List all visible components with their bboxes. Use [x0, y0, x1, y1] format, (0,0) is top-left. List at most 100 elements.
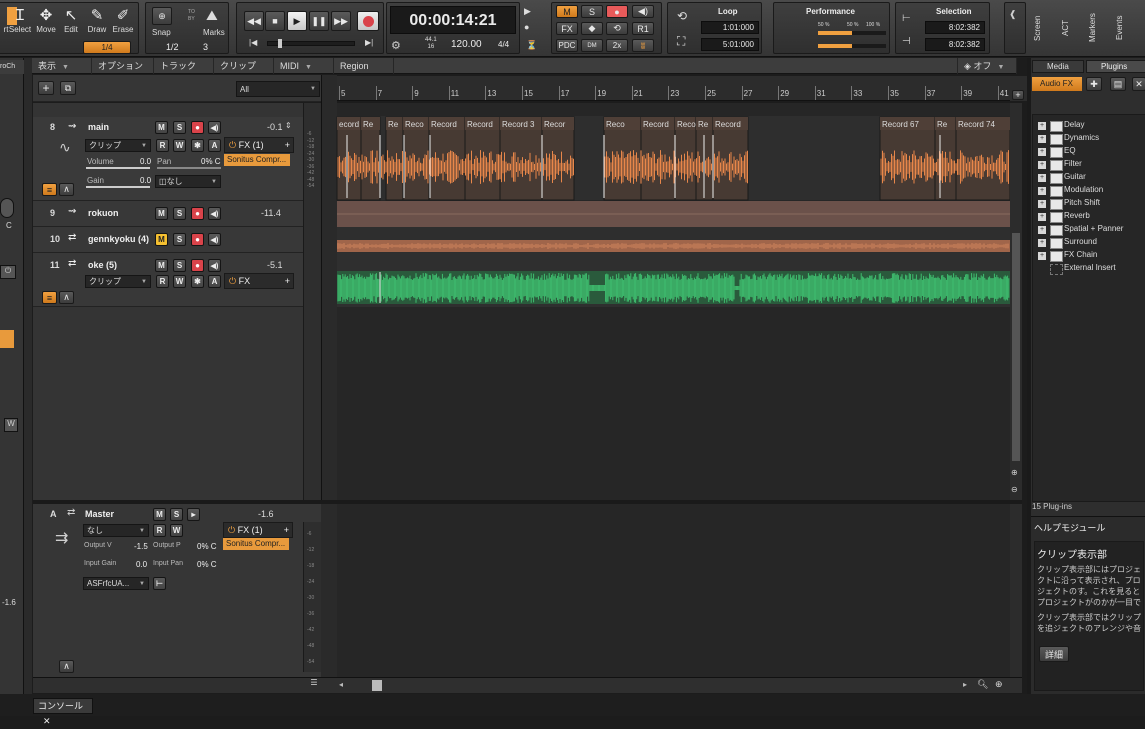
- now-slider[interactable]: [267, 39, 355, 48]
- solo-button[interactable]: S: [173, 233, 186, 246]
- read-button[interactable]: R: [156, 275, 169, 288]
- bus-volume[interactable]: -1.6: [258, 509, 274, 519]
- record-arm-button[interactable]: ●: [191, 121, 204, 134]
- fx-slot[interactable]: Sonitus Compr...: [224, 154, 290, 166]
- global-solo-button[interactable]: S: [581, 5, 603, 18]
- volume-value[interactable]: 0.0: [140, 157, 151, 166]
- panic-button[interactable]: ʬ: [632, 39, 654, 52]
- snap-mode-dropdown[interactable]: ◈ オフ ▼: [957, 58, 1017, 74]
- input-echo-button[interactable]: ◀): [208, 207, 221, 220]
- pane-toggle-icon[interactable]: ☰: [307, 678, 321, 692]
- write-automation-button[interactable]: ⟲: [606, 22, 628, 35]
- go-to-start-icon[interactable]: |◀: [249, 38, 257, 47]
- read-button[interactable]: R: [153, 524, 166, 537]
- help-details-button[interactable]: 詳細: [1039, 646, 1069, 662]
- plugin-category-delay[interactable]: Delay: [1038, 120, 1084, 132]
- right-splitter[interactable]: [1027, 58, 1031, 694]
- expand-icon[interactable]: ⇕: [285, 121, 292, 130]
- solo-button[interactable]: S: [170, 508, 183, 521]
- add-marker-button[interactable]: +: [1012, 90, 1024, 100]
- screen-tab[interactable]: Screen: [1033, 4, 1055, 52]
- bus-automation-button[interactable]: ∧: [59, 660, 74, 673]
- write-button[interactable]: W: [170, 524, 183, 537]
- fx-rack[interactable]: ⏻ FX +: [224, 273, 294, 289]
- now-slider-thumb[interactable]: [278, 39, 282, 48]
- scroll-right-icon[interactable]: ▸: [963, 680, 967, 689]
- fast-forward-button[interactable]: ▶▶: [331, 11, 351, 31]
- stop-button[interactable]: ■: [265, 11, 285, 31]
- write-button[interactable]: W: [173, 139, 186, 152]
- layout-switch[interactable]: ❰: [1004, 2, 1026, 54]
- archive-button[interactable]: A: [208, 275, 221, 288]
- track-pane-scrollbar[interactable]: [321, 75, 337, 502]
- bus-fx-slot[interactable]: Sonitus Compr...: [223, 538, 289, 550]
- track-lanes-button[interactable]: ≡: [42, 183, 57, 196]
- input-echo-button[interactable]: ◀): [208, 121, 221, 134]
- record-arm-button[interactable]: ●: [191, 259, 204, 272]
- r1-button[interactable]: R1: [632, 22, 654, 35]
- track-name[interactable]: gennkyoku (4): [88, 234, 149, 244]
- marks-icon[interactable]: ⛰: [206, 7, 218, 24]
- tool-page-indicator[interactable]: 1/4: [83, 41, 131, 54]
- plugin-category-pitch-shift[interactable]: Pitch Shift: [1038, 198, 1100, 210]
- auto-punch-icon[interactable]: ●: [524, 22, 529, 32]
- act-tab[interactable]: ACT: [1061, 4, 1083, 52]
- track-main[interactable]: 8 ⇝ main M S ● ◀) -0.1 ⇕ ∿ クリップ R W ✱ A …: [33, 117, 321, 201]
- bus-vertical-scrollbar[interactable]: [1010, 504, 1022, 677]
- aux-dropdown[interactable]: ◫なし: [155, 175, 221, 188]
- play-mode-icon[interactable]: ▶: [524, 6, 531, 17]
- add-track-button[interactable]: +: [38, 81, 54, 95]
- automation-lanes-button[interactable]: ∧: [59, 291, 74, 304]
- gain-slider[interactable]: [86, 186, 150, 188]
- track-filter-dropdown[interactable]: All: [236, 81, 320, 97]
- input-pan-value[interactable]: 0% C: [197, 560, 217, 569]
- track-name[interactable]: rokuon: [88, 208, 119, 218]
- plugin-category-surround[interactable]: Surround: [1038, 237, 1097, 249]
- menu-options[interactable]: オプション▼: [92, 58, 154, 87]
- menu-clip[interactable]: クリップ▼: [214, 58, 274, 87]
- snap-resolution[interactable]: 1/2: [166, 42, 179, 52]
- audio-fx-filter[interactable]: Audio FX: [1032, 77, 1082, 91]
- plugin-external-insert[interactable]: External Insert: [1038, 263, 1116, 275]
- snap-extra-value[interactable]: 3: [203, 42, 208, 52]
- output-device-dropdown[interactable]: ASFrfcUA...: [83, 577, 149, 590]
- add-fx-icon[interactable]: +: [285, 274, 290, 289]
- track-name[interactable]: oke (5): [88, 260, 117, 270]
- events-tab[interactable]: Events: [1115, 4, 1137, 52]
- menu-track[interactable]: トラック▼: [154, 58, 214, 87]
- global-mute-button[interactable]: M: [556, 5, 578, 18]
- inspector-fx-slot[interactable]: [0, 330, 14, 348]
- plugin-category-filter[interactable]: Filter: [1038, 159, 1082, 171]
- tempo-display[interactable]: 120.00: [451, 39, 482, 50]
- solo-button[interactable]: S: [173, 207, 186, 220]
- input-dropdown[interactable]: クリップ: [85, 139, 151, 152]
- plugin-close-button[interactable]: ✕: [1132, 77, 1145, 91]
- draw-tool[interactable]: ✎ Draw: [84, 7, 110, 34]
- selection-start-icon[interactable]: ⊢: [902, 13, 911, 24]
- pan-slider[interactable]: [157, 167, 221, 169]
- loop-range-icon[interactable]: ⛶: [677, 34, 685, 49]
- clips-vertical-scrollbar[interactable]: ⊕ ⊖: [1010, 103, 1022, 502]
- plugin-category-modulation[interactable]: Modulation: [1038, 185, 1103, 197]
- fx-bypass-button[interactable]: FX: [556, 22, 578, 35]
- gain-value[interactable]: 0.0: [140, 176, 151, 185]
- pause-button[interactable]: ❚❚: [309, 11, 329, 31]
- bus-scrollbar[interactable]: [321, 504, 337, 677]
- track-volume[interactable]: -0.1: [267, 122, 283, 132]
- pdc-button[interactable]: PDC: [556, 39, 578, 52]
- menu-midi[interactable]: MIDI ▼: [274, 58, 334, 74]
- metronome-icon[interactable]: ⚙: [391, 39, 401, 52]
- zoom-in-icon[interactable]: ⊕: [1011, 468, 1018, 477]
- read-automation-button[interactable]: ◆: [581, 22, 603, 35]
- zoom-out-icon[interactable]: ⊖: [1011, 485, 1018, 494]
- horizontal-scrollbar[interactable]: ◂ ▸ 🔍︎ ⊕: [33, 677, 1022, 693]
- rewind-button[interactable]: ◀◀: [244, 11, 264, 31]
- automation-lanes-button[interactable]: ∧: [59, 183, 74, 196]
- mute-button[interactable]: M: [155, 259, 168, 272]
- fx-rack[interactable]: ⏻ FX (1) +: [224, 137, 294, 153]
- freeze-button[interactable]: ✱: [191, 139, 204, 152]
- plugin-category-reverb[interactable]: Reverb: [1038, 211, 1090, 223]
- track-lanes-button[interactable]: ≡: [42, 291, 57, 304]
- record-arm-button[interactable]: ●: [191, 207, 204, 220]
- add-fx-icon[interactable]: +: [285, 138, 290, 153]
